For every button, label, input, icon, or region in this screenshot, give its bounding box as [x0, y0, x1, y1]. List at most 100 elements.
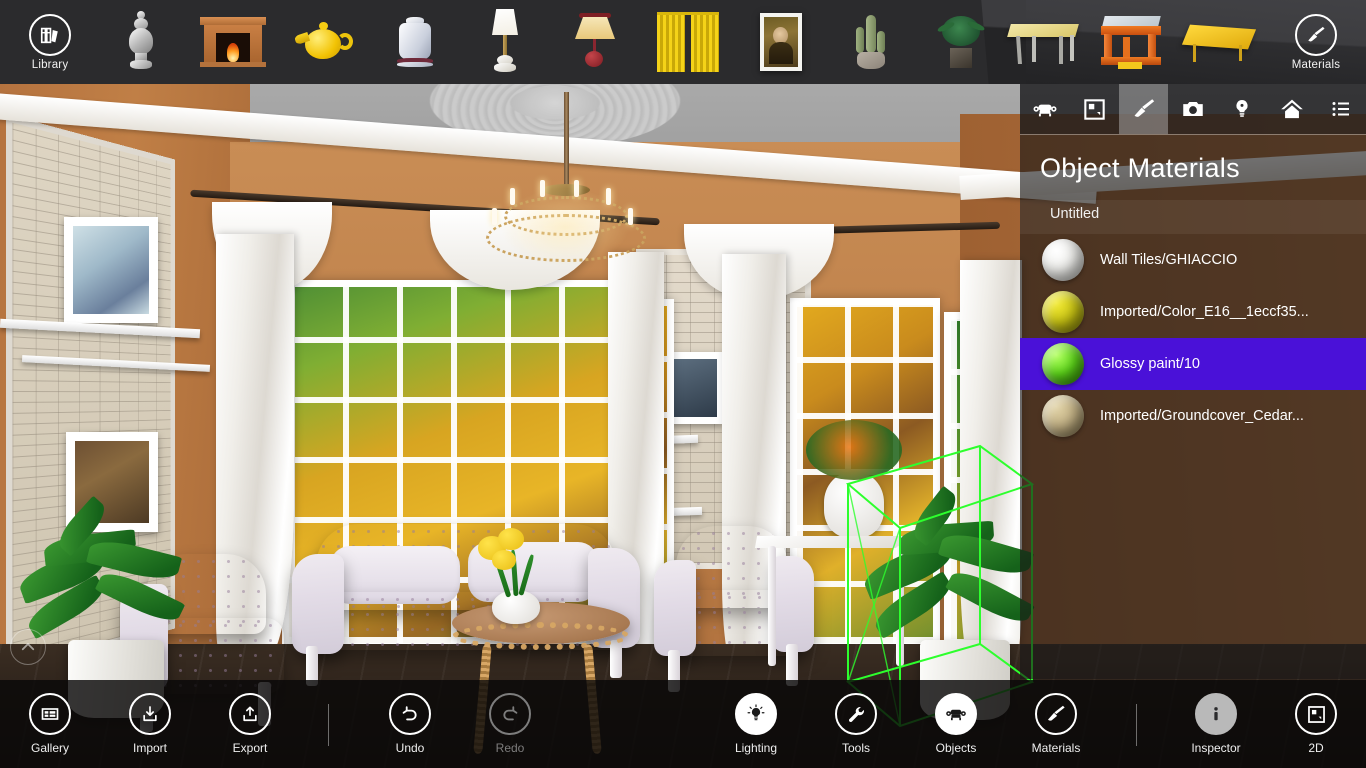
objects-button[interactable]: Objects: [906, 680, 1006, 768]
tab-camera[interactable]: [1168, 84, 1217, 134]
redo-button[interactable]: Redo: [460, 680, 560, 768]
curtains-thumbnail[interactable]: [645, 6, 731, 78]
toolbar-divider-1: [328, 704, 329, 746]
material-row-1[interactable]: Imported/Color_E16__1eccf35...: [1020, 286, 1366, 338]
lighting-button[interactable]: Lighting: [706, 680, 806, 768]
potted-plant-thumbnail[interactable]: [918, 6, 1004, 78]
paintbrush-icon: [1295, 13, 1337, 56]
tab-home[interactable]: [1267, 84, 1316, 134]
chevron-up-icon: [21, 643, 35, 651]
inspector-button[interactable]: Inspector: [1166, 680, 1266, 768]
cactus-thumbnail[interactable]: [828, 6, 914, 78]
chandelier[interactable]: [470, 92, 660, 272]
armchair-icon: [935, 693, 977, 735]
silver-urn-thumbnail[interactable]: [98, 6, 184, 78]
tools-button[interactable]: Tools: [806, 680, 906, 768]
material-name: Wall Tiles/GHIACCIO: [1100, 252, 1238, 268]
painting-thumbnail[interactable]: [738, 6, 824, 78]
view-2d-label: 2D: [1308, 741, 1324, 755]
library-button[interactable]: Library: [2, 0, 98, 84]
gallery-icon: [29, 693, 71, 735]
material-swatch: [1042, 239, 1084, 281]
flower-bloom: [492, 550, 516, 570]
library-label: Library: [31, 58, 69, 71]
material-name: Imported/Groundcover_Cedar...: [1100, 408, 1304, 424]
wrench-icon: [835, 693, 877, 735]
wall-picture-upper: [64, 217, 158, 323]
panel-tab-bar: [1020, 84, 1366, 134]
armchair-right-arm-right: [772, 556, 814, 652]
redo-label: Redo: [495, 741, 525, 755]
bottom-toolbar: Gallery Import Export Undo Redo Lighting…: [0, 680, 1366, 768]
panel-body: Object Materials Untitled Wall Tiles/GHI…: [1020, 134, 1366, 679]
materials-label: Materials: [1031, 741, 1081, 755]
material-swatch: [1042, 343, 1084, 385]
material-row-3[interactable]: Imported/Groundcover_Cedar...: [1020, 390, 1366, 442]
undo-button[interactable]: Undo: [360, 680, 460, 768]
books-icon: [29, 13, 71, 56]
sofa-leg: [610, 640, 622, 678]
redo-icon: [489, 693, 531, 735]
lighting-label: Lighting: [734, 741, 778, 755]
orange-stool-thumbnail[interactable]: [1088, 6, 1174, 78]
tall-vase: [824, 472, 884, 538]
objects-label: Objects: [935, 741, 977, 755]
teapot-thumbnail[interactable]: [282, 6, 368, 78]
home-icon: [1280, 99, 1303, 119]
sofa-arm-left: [292, 554, 344, 654]
chandelier-candle: [492, 208, 497, 225]
material-row-0[interactable]: Wall Tiles/GHIACCIO: [1020, 234, 1366, 286]
paintbrush-icon: [1035, 693, 1077, 735]
panel-title: Object Materials: [1040, 153, 1240, 183]
coffee-table-rim: [452, 622, 630, 650]
toolbar-divider-2: [1136, 704, 1137, 746]
collapse-toolbar-button[interactable]: [10, 629, 46, 665]
import-button[interactable]: Import: [100, 680, 200, 768]
floorplan-icon: [1083, 98, 1105, 120]
panel-subtitle: Untitled: [1020, 200, 1366, 234]
list-icon: [1332, 102, 1350, 116]
export-label: Export: [232, 741, 268, 755]
tab-lighting[interactable]: [1218, 84, 1267, 134]
console-table-leg: [768, 546, 776, 666]
material-name: Glossy paint/10: [1100, 356, 1200, 372]
tab-materials[interactable]: [1118, 84, 1169, 134]
export-button[interactable]: Export: [200, 680, 300, 768]
lightbulb-icon: [1236, 100, 1248, 117]
toolbar-materials-label: Materials: [1291, 58, 1341, 71]
gallery-button[interactable]: Gallery: [0, 680, 100, 768]
camera-icon: [1183, 101, 1203, 117]
material-swatch: [1042, 395, 1084, 437]
drape-right-b: [960, 260, 1022, 690]
material-row-2[interactable]: Glossy paint/10: [1020, 338, 1366, 390]
inspector-label: Inspector: [1191, 741, 1241, 755]
paintbrush-icon: [1134, 99, 1154, 117]
tab-list[interactable]: [1317, 84, 1366, 134]
console-table-top[interactable]: [754, 536, 918, 548]
gallery-label: Gallery: [30, 741, 69, 755]
desk-thumbnail[interactable]: [1000, 6, 1086, 78]
materials-button[interactable]: Materials: [1006, 680, 1106, 768]
milk-jug-thumbnail[interactable]: [372, 6, 458, 78]
import-icon: [129, 693, 171, 735]
undo-label: Undo: [395, 741, 425, 755]
import-label: Import: [132, 741, 167, 755]
object-materials-panel: Object Materials Untitled Wall Tiles/GHI…: [1020, 84, 1366, 679]
material-swatch: [1042, 291, 1084, 333]
floorplan-icon: [1295, 693, 1337, 735]
lightbulb-icon: [735, 693, 777, 735]
fireplace-thumbnail[interactable]: [190, 6, 276, 78]
material-name: Imported/Color_E16__1eccf35...: [1100, 304, 1309, 320]
chandelier-glow: [500, 188, 630, 266]
export-icon: [229, 693, 271, 735]
top-toolbar: Library Materials: [0, 0, 1366, 84]
tab-floorplan[interactable]: [1069, 84, 1118, 134]
armchair-icon: [1033, 104, 1057, 117]
view-2d-button[interactable]: 2D: [1266, 680, 1366, 768]
tab-objects[interactable]: [1020, 84, 1069, 134]
flower-bloom: [498, 528, 524, 550]
toolbar-materials-button[interactable]: Materials: [1268, 0, 1364, 84]
yellow-table-thumbnail[interactable]: [1176, 6, 1262, 78]
shaded-lamp-thumbnail[interactable]: [552, 6, 638, 78]
table-lamp-thumbnail[interactable]: [462, 6, 548, 78]
